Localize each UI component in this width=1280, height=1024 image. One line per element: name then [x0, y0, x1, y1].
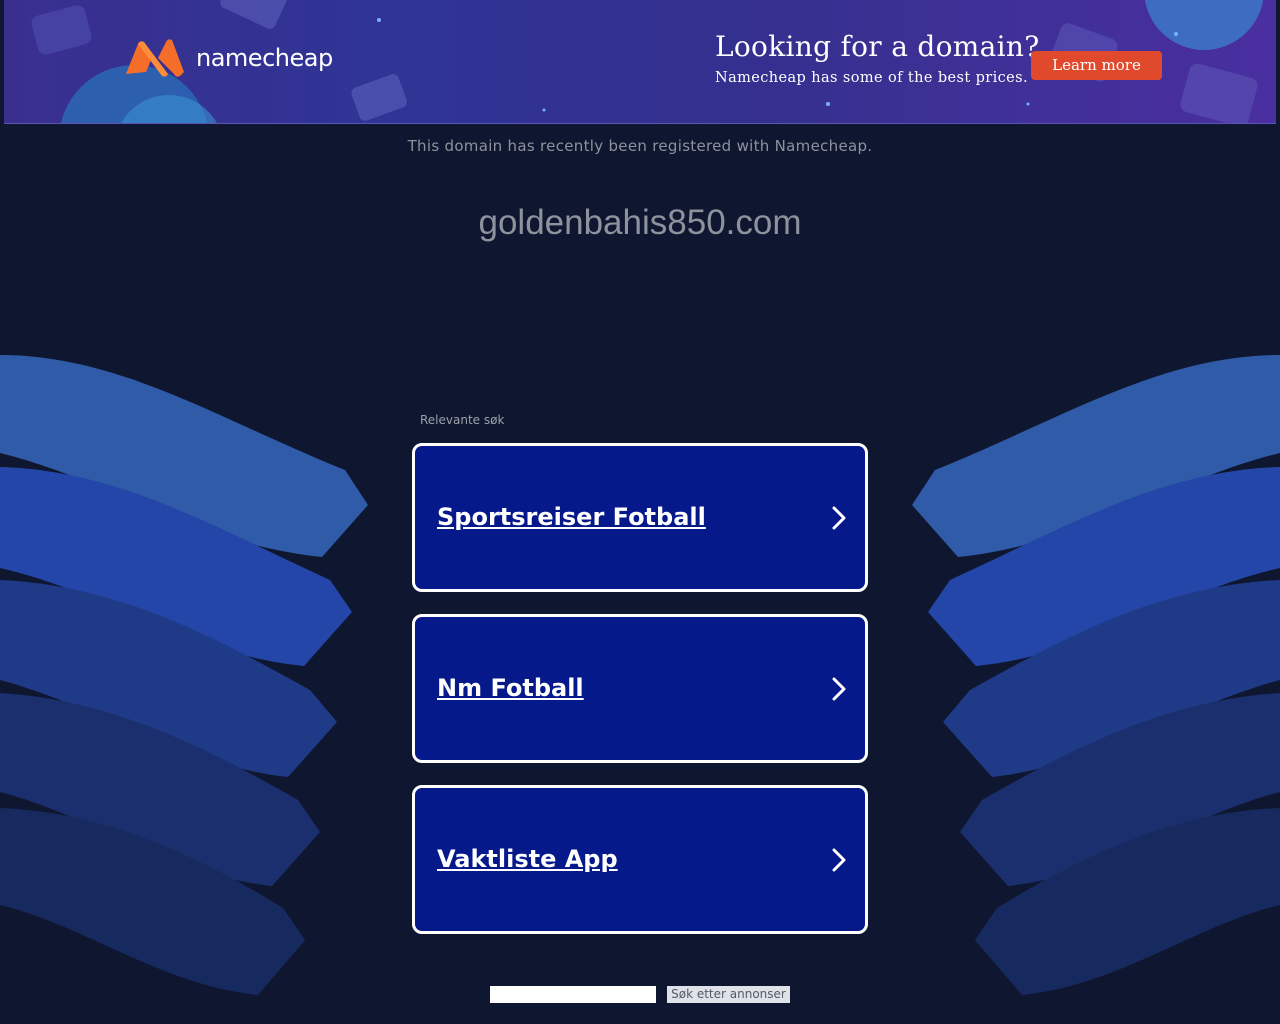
related-search-item[interactable]: Vaktliste App	[412, 785, 868, 934]
chevron-right-icon	[832, 506, 846, 530]
namecheap-logo-icon	[126, 39, 184, 77]
chevron-right-icon	[832, 848, 846, 872]
promo-banner[interactable]: namecheap Looking for a domain? Namechea…	[4, 0, 1276, 124]
learn-more-button[interactable]: Learn more	[1031, 51, 1162, 80]
promo-title: Looking for a domain?	[715, 30, 1040, 63]
ad-search-button[interactable]: Søk etter annonser	[667, 986, 790, 1003]
related-searches-label: Relevante søk	[420, 413, 505, 427]
related-search-link[interactable]: Vaktliste App	[437, 788, 618, 931]
chevron-right-icon	[832, 677, 846, 701]
promo-subtitle: Namecheap has some of the best prices.	[715, 70, 1028, 86]
namecheap-logo[interactable]: namecheap	[122, 38, 333, 78]
related-search-link[interactable]: Sportsreiser Fotball	[437, 446, 706, 589]
related-search-item[interactable]: Nm Fotball	[412, 614, 868, 763]
domain-title: goldenbahis850.com	[478, 203, 802, 242]
related-search-item[interactable]: Sportsreiser Fotball	[412, 443, 868, 592]
registration-notice: This domain has recently been registered…	[407, 137, 873, 155]
brand-name: namecheap	[196, 44, 333, 72]
page: namecheap Looking for a domain? Namechea…	[0, 0, 1280, 1024]
related-search-link[interactable]: Nm Fotball	[437, 617, 584, 760]
ad-search-input[interactable]	[490, 986, 656, 1003]
